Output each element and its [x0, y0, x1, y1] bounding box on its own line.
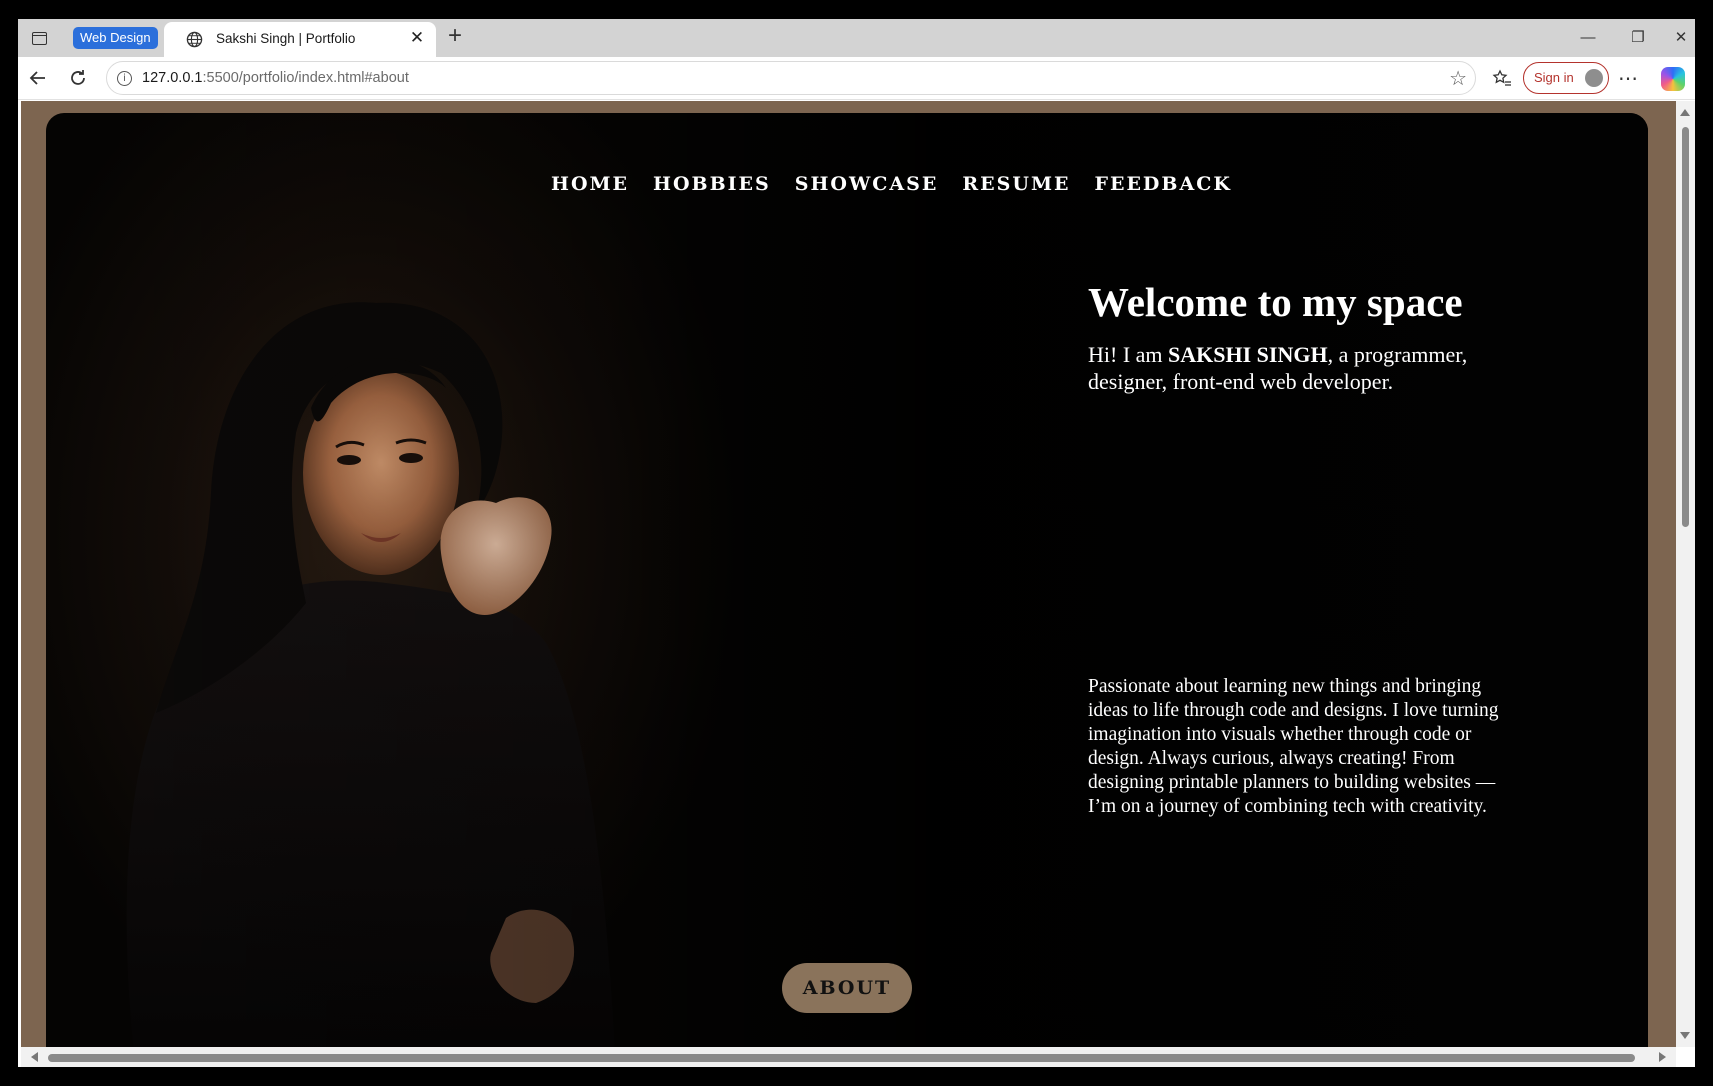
passion-paragraph: Passionate about learning new things and… — [1088, 676, 1499, 817]
intro-text: Hi! I am SAKSHI SINGH, a programmer, des… — [1088, 341, 1518, 395]
reload-icon — [71, 70, 85, 85]
intro-prefix: Hi! I am — [1088, 342, 1169, 367]
scroll-up-icon[interactable] — [1680, 109, 1690, 116]
horizontal-scroll-thumb[interactable] — [48, 1054, 1635, 1062]
scroll-left-icon[interactable] — [31, 1052, 38, 1062]
vertical-scrollbar[interactable] — [1676, 101, 1695, 1047]
sign-in-button[interactable]: Sign in — [1523, 62, 1609, 94]
more-options-icon[interactable]: ⋯ — [1614, 65, 1642, 93]
nav-feedback[interactable]: FEEDBACK — [1094, 173, 1231, 195]
about-button[interactable]: ABOUT — [782, 963, 912, 1013]
back-arrow-icon — [29, 71, 45, 85]
address-bar[interactable]: i 127.0.0.1:5500/portfolio/index.html#ab… — [106, 61, 1476, 95]
new-tab-button[interactable]: + — [442, 24, 468, 50]
browser-window: Web Design Sakshi Singh | Portfolio ✕ + … — [18, 19, 1695, 1067]
favorites-icon[interactable] — [1488, 65, 1516, 93]
favorite-star-icon[interactable]: ☆ — [1449, 66, 1467, 91]
scroll-right-icon[interactable] — [1659, 1052, 1666, 1062]
back-button[interactable] — [24, 64, 52, 92]
horizontal-scrollbar[interactable] — [21, 1047, 1676, 1067]
tab-close-icon[interactable]: ✕ — [408, 29, 426, 47]
reload-button[interactable] — [64, 64, 92, 92]
nav-home[interactable]: HOME — [551, 173, 629, 195]
nav-hobbies[interactable]: HOBBIES — [653, 173, 771, 195]
nav-showcase[interactable]: SHOWCASE — [795, 173, 939, 195]
nav-resume[interactable]: RESUME — [962, 173, 1070, 195]
hero-overlay — [46, 113, 1648, 1047]
welcome-heading: Welcome to my space — [1088, 279, 1463, 325]
site-info-icon[interactable]: i — [117, 71, 132, 86]
tab-actions-icon — [31, 31, 47, 45]
intro-name: SAKSHI SINGH — [1168, 342, 1328, 367]
tab-portfolio[interactable]: Sakshi Singh | Portfolio ✕ — [164, 22, 436, 57]
url-path: :5500/portfolio/index.html#about — [202, 70, 409, 86]
tab-actions-button[interactable] — [26, 25, 52, 51]
close-window-button[interactable]: ✕ — [1668, 25, 1694, 51]
address-toolbar: i 127.0.0.1:5500/portfolio/index.html#ab… — [18, 57, 1695, 100]
tab-strip: Web Design Sakshi Singh | Portfolio ✕ + … — [18, 19, 1695, 57]
sign-in-label: Sign in — [1534, 70, 1574, 85]
main-nav: HOME HOBBIES SHOWCASE RESUME FEEDBACK — [551, 173, 1232, 195]
hero-section: HOME HOBBIES SHOWCASE RESUME FEEDBACK We… — [46, 113, 1648, 1047]
vertical-scroll-thumb[interactable] — [1682, 127, 1689, 527]
restore-button[interactable]: ❐ — [1618, 25, 1658, 51]
page-viewport: HOME HOBBIES SHOWCASE RESUME FEEDBACK We… — [21, 101, 1676, 1047]
profile-avatar-icon — [1585, 69, 1603, 87]
url-text: 127.0.0.1:5500/portfolio/index.html#abou… — [142, 70, 409, 86]
tab-title: Sakshi Singh | Portfolio — [216, 31, 356, 46]
tab-group-chip[interactable]: Web Design — [73, 27, 158, 49]
globe-icon — [186, 31, 203, 48]
url-host: 127.0.0.1 — [142, 70, 203, 86]
copilot-icon[interactable] — [1661, 67, 1685, 91]
scroll-down-icon[interactable] — [1680, 1032, 1690, 1039]
minimize-button[interactable]: — — [1568, 25, 1608, 51]
